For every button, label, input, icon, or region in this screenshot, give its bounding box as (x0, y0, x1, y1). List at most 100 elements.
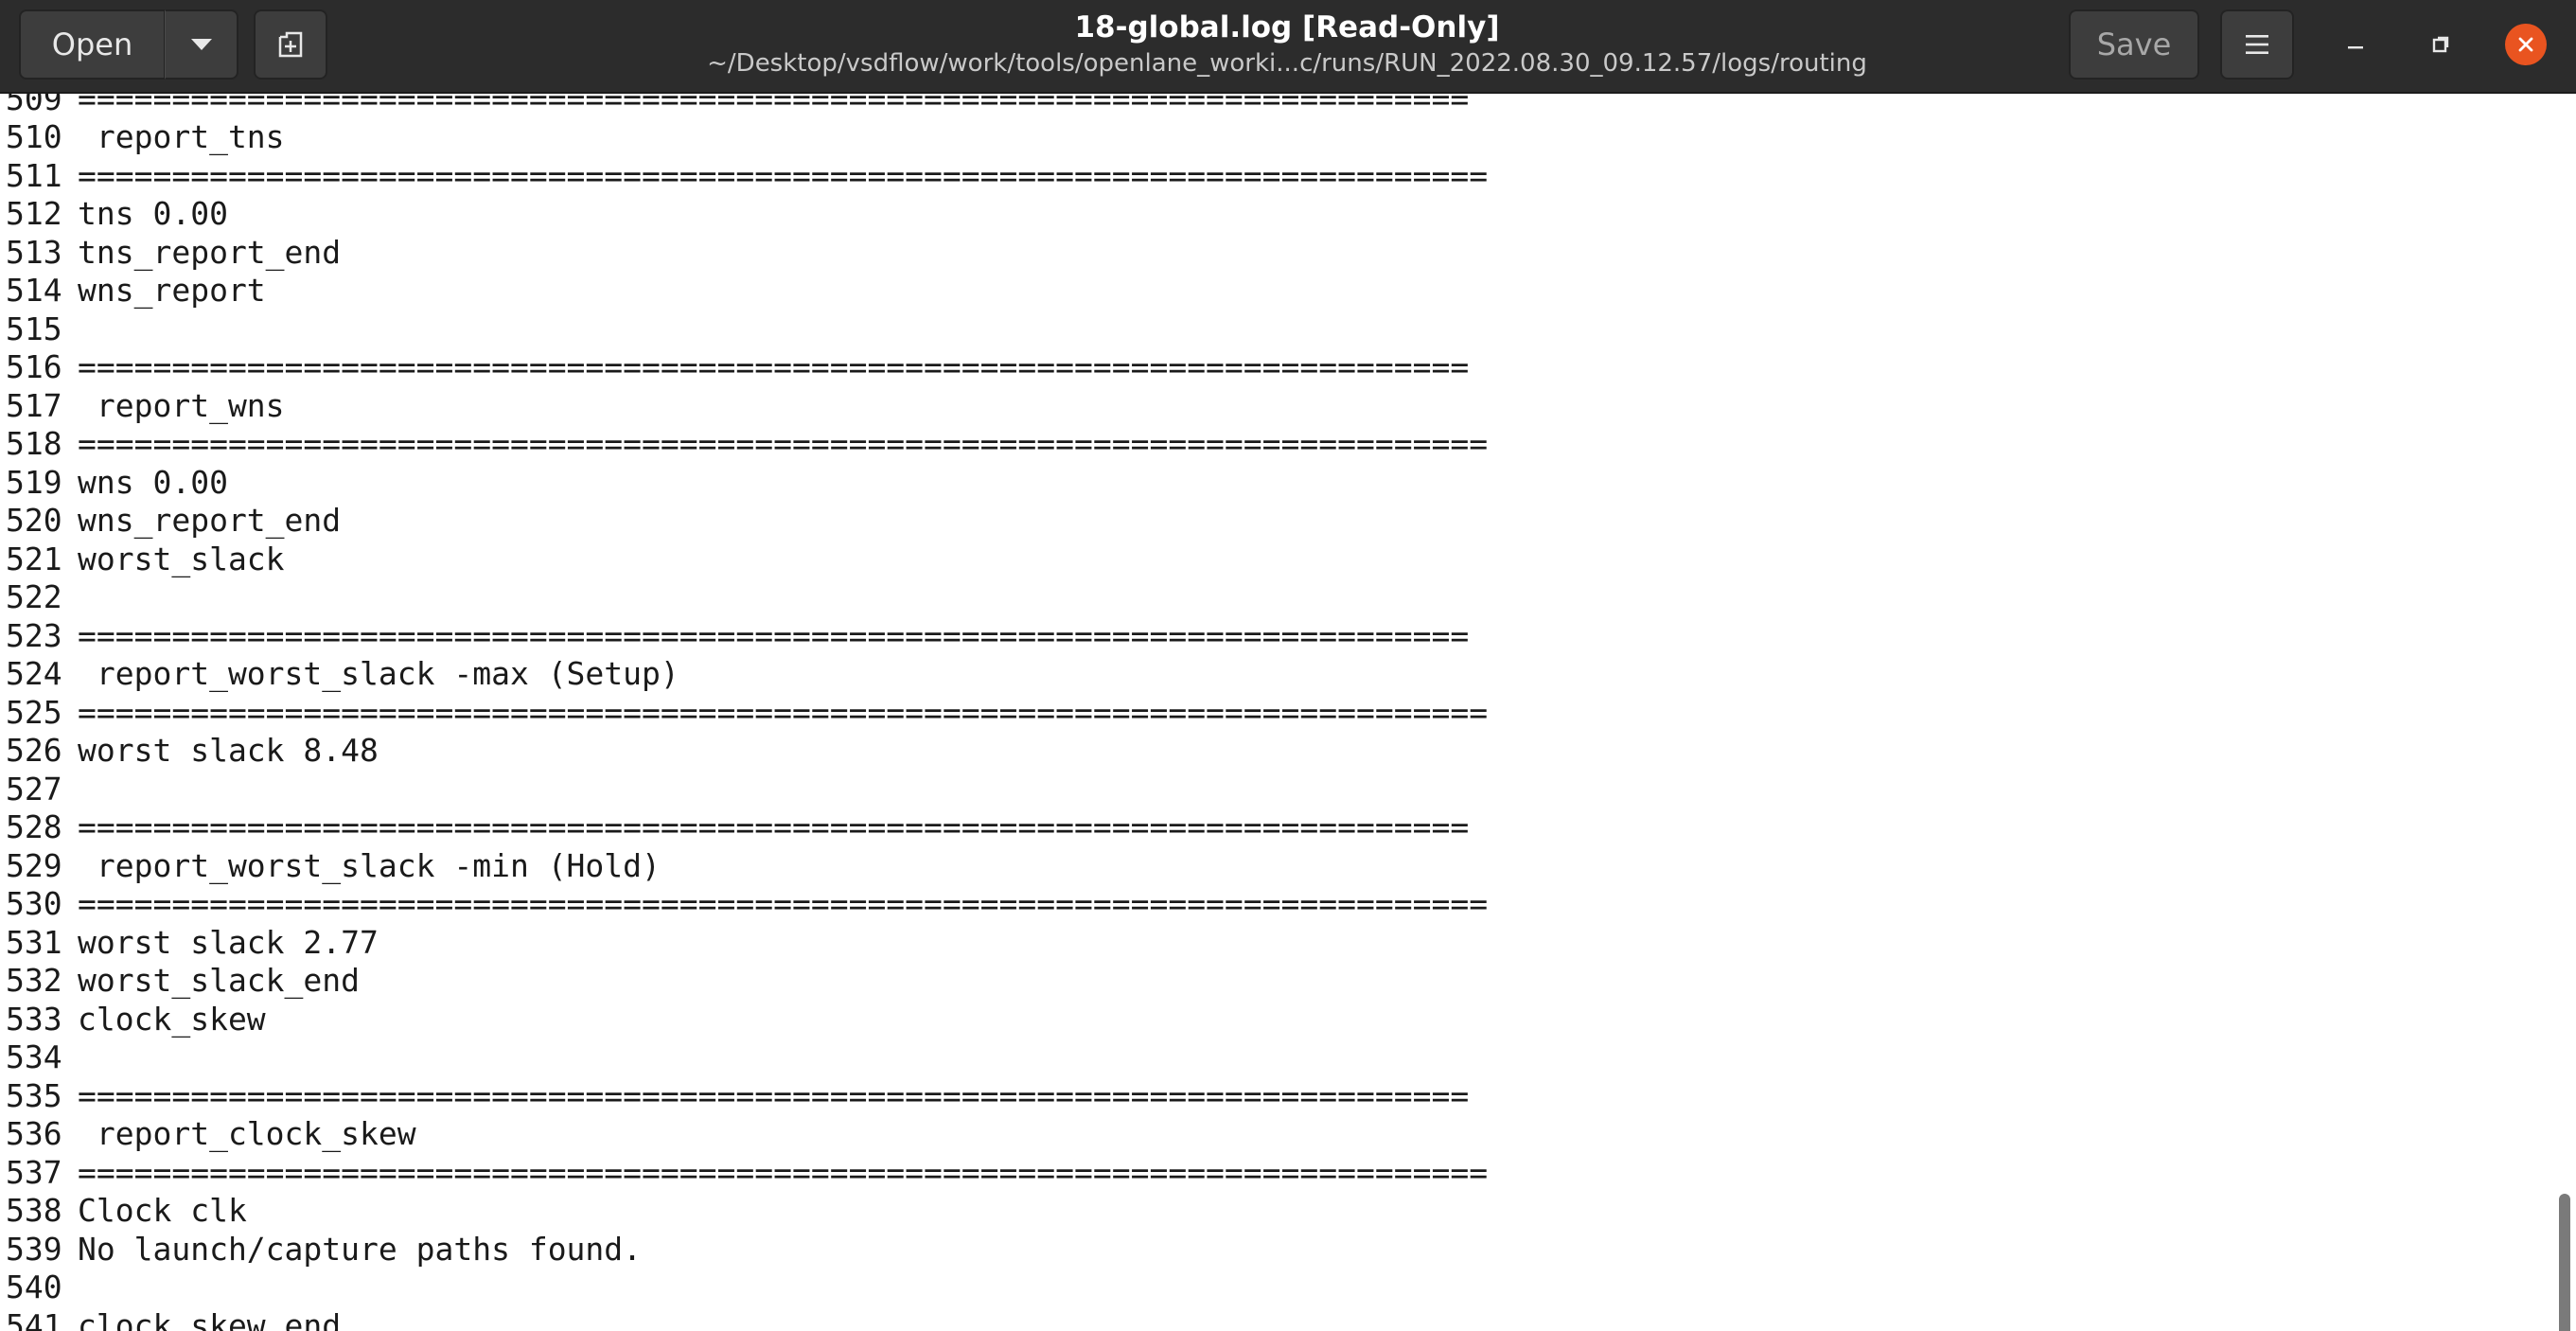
close-button-circle (2505, 24, 2547, 65)
line-number: 534 (6, 1038, 62, 1076)
hamburger-menu-icon (2246, 35, 2268, 54)
maximize-icon (2432, 36, 2449, 53)
line-number: 515 (6, 310, 62, 347)
line-text: ========================================… (78, 693, 1489, 731)
editor-line: 519 wns 0.00 (0, 463, 2546, 502)
line-number: 509 (6, 94, 62, 117)
line-text: tns_report_end (78, 233, 342, 271)
new-tab-icon (278, 31, 303, 58)
line-text: report_clock_skew (78, 1115, 416, 1153)
editor-line: 515 (0, 310, 2546, 348)
editor-line: 509 =====================================… (0, 94, 2546, 118)
line-number: 511 (6, 156, 62, 194)
editor-line: 527 (0, 770, 2546, 808)
line-number: 531 (6, 923, 62, 961)
editor-line: 528 =====================================… (0, 808, 2546, 847)
window-title-area: 18-global.log [Read-Only] ~/Desktop/vsdf… (568, 8, 2006, 80)
line-number: 522 (6, 578, 62, 616)
line-text: ========================================… (78, 1153, 1489, 1191)
editor-line: 526 worst slack 8.48 (0, 732, 2546, 771)
editor-line: 514 wns_report (0, 272, 2546, 311)
editor-line: 541 clock_skew_end (0, 1306, 2546, 1331)
close-button[interactable] (2495, 13, 2557, 76)
line-number: 518 (6, 425, 62, 463)
new-tab-button[interactable] (254, 9, 327, 80)
text-editor-window: Open 18-global.log [Read-Only] ~/Desktop… (0, 0, 2576, 1331)
editor-line: 538 Clock clk (0, 1192, 2546, 1231)
maximize-button[interactable] (2409, 13, 2472, 76)
line-text: ========================================… (78, 94, 1470, 117)
window-title: 18-global.log [Read-Only] (1074, 10, 1500, 44)
line-text: report_tns (78, 118, 285, 156)
line-text: ========================================… (78, 1076, 1470, 1114)
editor-line: 511 =====================================… (0, 156, 2546, 195)
line-number: 529 (6, 846, 62, 884)
editor-line: 523 =====================================… (0, 616, 2546, 655)
editor-line: 531 worst slack 2.77 (0, 923, 2546, 962)
editor-line: 513 tns_report_end (0, 233, 2546, 272)
save-button[interactable]: Save (2069, 9, 2199, 80)
line-text: ========================================… (78, 348, 1470, 386)
line-text: report_worst_slack -min (Hold) (78, 846, 661, 884)
line-text: tns 0.00 (78, 195, 228, 233)
header-bar: Open 18-global.log [Read-Only] ~/Desktop… (0, 0, 2576, 94)
editor-line: 512 tns 0.00 (0, 195, 2546, 234)
line-text: clock_skew (78, 1000, 266, 1038)
editor-line: 539 No launch/capture paths found. (0, 1230, 2546, 1269)
line-number: 540 (6, 1269, 62, 1306)
line-text: Clock clk (78, 1192, 247, 1230)
line-text: wns 0.00 (78, 463, 228, 501)
line-number: 523 (6, 616, 62, 654)
line-text: worst_slack_end (78, 962, 361, 1000)
editor-line: 524 report_worst_slack -max (Setup) (0, 655, 2546, 694)
editor-line: 510 report_tns (0, 118, 2546, 157)
scrollbar-thumb[interactable] (2559, 1194, 2570, 1331)
line-number: 539 (6, 1230, 62, 1268)
editor-line: 536 report_clock_skew (0, 1115, 2546, 1154)
line-number: 527 (6, 770, 62, 807)
window-subtitle-path: ~/Desktop/vsdflow/work/tools/openlane_wo… (707, 49, 1867, 78)
editor-line: 520 wns_report_end (0, 502, 2546, 541)
line-text: clock_skew_end (78, 1306, 342, 1331)
line-number: 521 (6, 540, 62, 577)
line-number: 532 (6, 962, 62, 1000)
line-number: 526 (6, 732, 62, 770)
line-text: No launch/capture paths found. (78, 1230, 643, 1268)
editor-line: 522 (0, 578, 2546, 617)
chevron-down-icon (190, 39, 212, 50)
line-text: ========================================… (78, 616, 1470, 654)
line-number: 514 (6, 272, 62, 310)
open-button[interactable]: Open (19, 9, 165, 80)
minimize-icon (2348, 46, 2363, 49)
line-number: 535 (6, 1076, 62, 1114)
editor-line: 534 (0, 1038, 2546, 1077)
line-text: worst_slack (78, 540, 285, 577)
line-number: 533 (6, 1000, 62, 1038)
line-number: 537 (6, 1153, 62, 1191)
editor-line: 529 report_worst_slack -min (Hold) (0, 846, 2546, 885)
main-menu-button[interactable] (2220, 9, 2294, 80)
line-text: ========================================… (78, 885, 1489, 923)
vertical-scrollbar[interactable] (2551, 94, 2576, 1331)
editor-line: 530 =====================================… (0, 885, 2546, 924)
line-number: 536 (6, 1115, 62, 1153)
line-number: 513 (6, 233, 62, 271)
line-number: 530 (6, 885, 62, 923)
editor-line: 525 =====================================… (0, 693, 2546, 732)
editor-line: 516 =====================================… (0, 348, 2546, 387)
editor-line: 537 =====================================… (0, 1153, 2546, 1192)
line-text: ========================================… (78, 808, 1470, 846)
line-text: wns_report (78, 272, 266, 310)
line-number: 524 (6, 655, 62, 693)
line-text: report_worst_slack -max (Setup) (78, 655, 679, 693)
editor-line: 532 worst_slack_end (0, 962, 2546, 1001)
open-dropdown-button[interactable] (165, 9, 238, 80)
line-number: 520 (6, 502, 62, 540)
editor-text-area[interactable]: 509 =====================================… (0, 94, 2576, 1331)
line-number: 512 (6, 195, 62, 233)
line-number: 510 (6, 118, 62, 156)
minimize-button[interactable] (2324, 13, 2387, 76)
editor-line: 535 =====================================… (0, 1076, 2546, 1115)
line-number: 516 (6, 348, 62, 386)
line-number: 538 (6, 1192, 62, 1230)
